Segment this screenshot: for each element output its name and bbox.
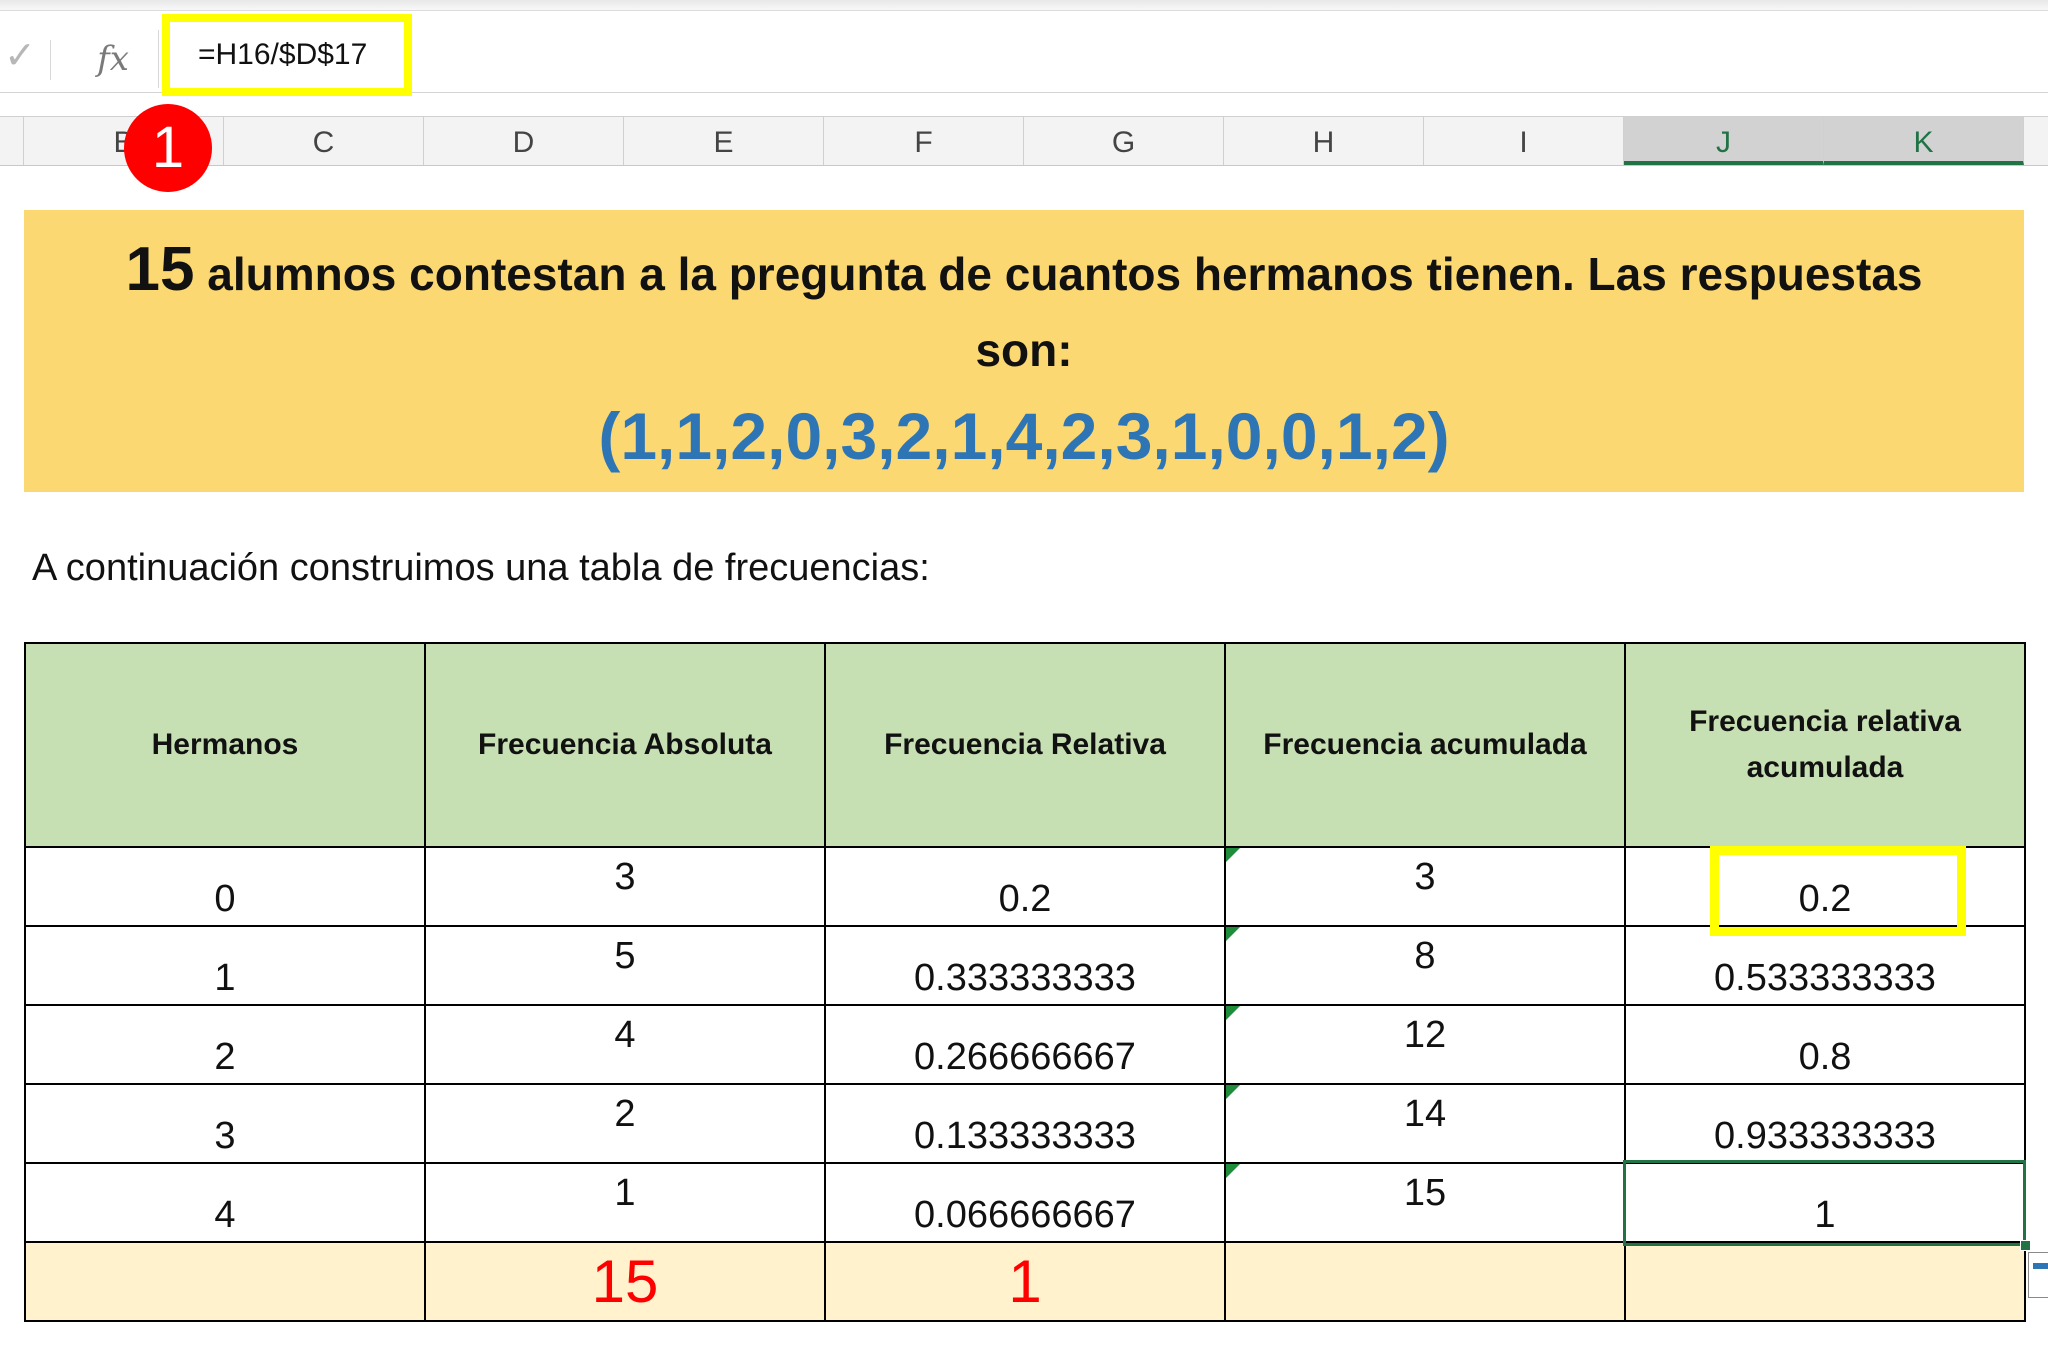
cell-rel-acum[interactable]: 0.8 xyxy=(1624,1004,2026,1085)
cell-abs[interactable]: 3 xyxy=(424,846,826,927)
cell-rel[interactable]: 0.133333333 xyxy=(824,1083,1226,1164)
column-header-f[interactable]: F xyxy=(824,117,1024,165)
error-indicator-icon xyxy=(1226,927,1240,941)
cell-value: 0 xyxy=(214,877,236,920)
column-header-j[interactable]: J xyxy=(1624,117,1824,165)
cell-value: 0.133333333 xyxy=(914,1114,1136,1157)
total-rel[interactable]: 1 xyxy=(824,1241,1226,1322)
cell-value: 0.066666667 xyxy=(914,1193,1136,1236)
cell-value: 0.533333333 xyxy=(1714,956,1936,999)
total-rel-acum[interactable] xyxy=(1624,1241,2026,1322)
check-icon[interactable]: ✓ xyxy=(0,36,40,76)
cell-value: 3 xyxy=(614,855,636,898)
column-header-d[interactable]: D xyxy=(424,117,624,165)
total-abs[interactable]: 15 xyxy=(424,1241,826,1322)
cell-rel-acum[interactable]: 0.533333333 xyxy=(1624,925,2026,1006)
cell-acum[interactable]: 3 xyxy=(1224,846,1626,927)
student-count: 15 xyxy=(125,235,195,304)
column-header-row: B C D E F G H I J K xyxy=(0,116,2048,166)
header-hermanos[interactable]: Hermanos xyxy=(24,642,426,848)
highlight-box xyxy=(1710,846,1966,936)
header-text: Frecuencia relativa acumulada xyxy=(1689,705,1961,784)
column-header-g[interactable]: G xyxy=(1024,117,1224,165)
cell-value: 14 xyxy=(1403,1092,1447,1135)
formula-input[interactable]: =H16/$D$17 xyxy=(162,14,412,96)
cell-value: 3 xyxy=(1414,855,1436,898)
cell-value: 0.266666667 xyxy=(914,1035,1136,1078)
cell-value: 0.2 xyxy=(998,877,1052,920)
header-frecuencia-relativa[interactable]: Frecuencia Relativa xyxy=(824,642,1226,848)
cell-rel[interactable]: 0.266666667 xyxy=(824,1004,1226,1085)
response-data: (1,1,2,0,3,2,1,4,2,3,1,0,0,1,2) xyxy=(598,399,1450,473)
cell-acum[interactable]: 8 xyxy=(1224,925,1626,1006)
cell-hermanos[interactable]: 3 xyxy=(24,1083,426,1164)
cell-acum[interactable]: 12 xyxy=(1224,1004,1626,1085)
totals-row: 15 1 xyxy=(24,1241,2026,1322)
cell-value: 15 xyxy=(1403,1171,1447,1214)
problem-text: alumnos contestan a la pregunta de cuant… xyxy=(194,248,1923,300)
total-hermanos[interactable] xyxy=(24,1241,426,1322)
cell-rel[interactable]: 0.2 xyxy=(824,846,1226,927)
cell-value: 1 xyxy=(614,1171,636,1214)
intro-text: A continuación construimos una tabla de … xyxy=(32,547,930,589)
column-header-c[interactable]: C xyxy=(224,117,424,165)
cell-value: 4 xyxy=(614,1013,636,1056)
cell-rel[interactable]: 0.066666667 xyxy=(824,1162,1226,1243)
column-header-a[interactable] xyxy=(0,117,24,165)
cell-rel[interactable]: 0.333333333 xyxy=(824,925,1226,1006)
cell-value: 1 xyxy=(214,956,236,999)
insert-function-icon[interactable]: fx xyxy=(88,34,138,84)
header-frecuencia-relativa-acumulada[interactable]: Frecuencia relativa acumulada xyxy=(1624,642,2026,848)
column-header-e[interactable]: E xyxy=(624,117,824,165)
cell-value: 2 xyxy=(214,1035,236,1078)
error-indicator-icon xyxy=(1226,1006,1240,1020)
cell-value: 0.933333333 xyxy=(1714,1114,1936,1157)
problem-text-continued: son: xyxy=(975,324,1073,376)
active-cell-border xyxy=(1623,1160,2026,1246)
cell-value: 0.333333333 xyxy=(914,956,1136,999)
total-acum[interactable] xyxy=(1224,1241,1626,1322)
separator xyxy=(158,30,159,88)
quick-analysis-icon[interactable] xyxy=(2028,1252,2048,1298)
problem-statement-box: 15 alumnos contestan a la pregunta de cu… xyxy=(24,210,2024,492)
ribbon-edge xyxy=(0,0,2048,11)
cell-acum[interactable]: 14 xyxy=(1224,1083,1626,1164)
table-row: 3 2 0.133333333 14 0.933333333 xyxy=(24,1083,2026,1164)
cell-value: 12 xyxy=(1403,1013,1447,1056)
cell-acum[interactable]: 15 xyxy=(1224,1162,1626,1243)
column-header-i[interactable]: I xyxy=(1424,117,1624,165)
cell-rel-acum[interactable]: 0.933333333 xyxy=(1624,1083,2026,1164)
error-indicator-icon xyxy=(1226,848,1240,862)
cell-hermanos[interactable]: 0 xyxy=(24,846,426,927)
problem-title: 15 alumnos contestan a la pregunta de cu… xyxy=(24,239,2024,304)
cell-hermanos[interactable]: 2 xyxy=(24,1004,426,1085)
cell-value: 0.8 xyxy=(1798,1035,1852,1078)
cell-value: 8 xyxy=(1414,934,1436,977)
fill-handle[interactable] xyxy=(2020,1240,2031,1251)
column-header-h[interactable]: H xyxy=(1224,117,1424,165)
cell-abs[interactable]: 5 xyxy=(424,925,826,1006)
cell-abs[interactable]: 1 xyxy=(424,1162,826,1243)
table-header-row: Hermanos Frecuencia Absoluta Frecuencia … xyxy=(24,642,2026,848)
step-marker-1: 1 xyxy=(124,104,212,192)
table-row: 2 4 0.266666667 12 0.8 xyxy=(24,1004,2026,1085)
formula-bar: ✓ fx =H16/$D$17 xyxy=(0,0,2048,96)
cell-value: 2 xyxy=(614,1092,636,1135)
cell-hermanos[interactable]: 1 xyxy=(24,925,426,1006)
column-header-k[interactable]: K xyxy=(1824,117,2024,165)
error-indicator-icon xyxy=(1226,1085,1240,1099)
error-indicator-icon xyxy=(1226,1164,1240,1178)
header-frecuencia-acumulada[interactable]: Frecuencia acumulada xyxy=(1224,642,1626,848)
cell-hermanos[interactable]: 4 xyxy=(24,1162,426,1243)
separator xyxy=(50,40,51,80)
cell-abs[interactable]: 2 xyxy=(424,1083,826,1164)
header-frecuencia-absoluta[interactable]: Frecuencia Absoluta xyxy=(424,642,826,848)
cell-value: 5 xyxy=(614,934,636,977)
cell-value: 4 xyxy=(214,1193,236,1236)
cell-abs[interactable]: 4 xyxy=(424,1004,826,1085)
cell-value: 3 xyxy=(214,1114,236,1157)
table-row: 1 5 0.333333333 8 0.533333333 xyxy=(24,925,2026,1006)
